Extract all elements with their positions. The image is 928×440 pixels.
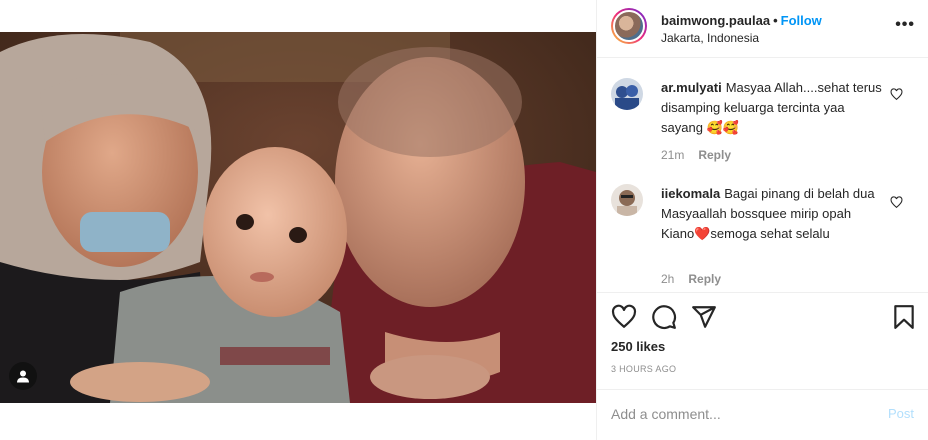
author-username[interactable]: baimwong.paulaa bbox=[661, 13, 770, 28]
post-photo[interactable] bbox=[0, 32, 596, 403]
post-photo-image bbox=[0, 32, 596, 403]
comment-meta: 21m Reply bbox=[661, 148, 731, 162]
bookmark-icon[interactable] bbox=[891, 304, 917, 330]
likes-count[interactable]: 250 likes bbox=[611, 339, 665, 354]
share-icon[interactable] bbox=[691, 304, 717, 330]
reply-button[interactable]: Reply bbox=[688, 272, 721, 286]
user-tag-icon bbox=[17, 370, 29, 383]
comment-body: ar.mulyati Masyaa Allah....sehat terus di… bbox=[661, 78, 885, 138]
comment-meta: 2h Reply bbox=[661, 272, 721, 286]
comment-icon[interactable] bbox=[651, 304, 677, 330]
heart-icon[interactable] bbox=[611, 304, 637, 330]
comment-like-heart-icon[interactable] bbox=[890, 196, 903, 209]
comment-like-heart-icon[interactable] bbox=[890, 88, 903, 101]
comment-time[interactable]: 21m bbox=[661, 148, 684, 162]
commenter-avatar[interactable] bbox=[611, 78, 643, 110]
post-location[interactable]: Jakarta, Indonesia bbox=[661, 31, 759, 45]
post-media-area bbox=[0, 0, 596, 440]
comment-username[interactable]: ar.mulyati bbox=[661, 80, 722, 95]
comment-time[interactable]: 2h bbox=[661, 272, 674, 286]
more-options-icon[interactable]: ••• bbox=[895, 16, 915, 34]
commenter-avatar[interactable] bbox=[611, 184, 643, 216]
post-header: baimwong.paulaa • Follow Jakarta, Indonesi… bbox=[597, 0, 928, 58]
author-avatar[interactable] bbox=[611, 8, 647, 44]
post-comment-button[interactable]: Post bbox=[888, 406, 914, 421]
separator-dot: • bbox=[773, 13, 778, 28]
comment-username[interactable]: iiekomala bbox=[661, 186, 720, 201]
follow-button[interactable]: Follow bbox=[781, 13, 822, 28]
actions-divider bbox=[597, 292, 928, 293]
author-line: baimwong.paulaa • Follow bbox=[661, 13, 822, 28]
user-tag-button[interactable] bbox=[9, 362, 37, 390]
post-side-panel: baimwong.paulaa • Follow Jakarta, Indonesi… bbox=[596, 0, 928, 440]
reply-button[interactable]: Reply bbox=[698, 148, 731, 162]
add-comment-divider bbox=[597, 389, 928, 390]
comment-body: iiekomala Bagai pinang di belah dua Masya… bbox=[661, 184, 885, 244]
post-timestamp[interactable]: 3 HOURS AGO bbox=[611, 364, 676, 374]
add-comment-input[interactable] bbox=[611, 400, 871, 428]
